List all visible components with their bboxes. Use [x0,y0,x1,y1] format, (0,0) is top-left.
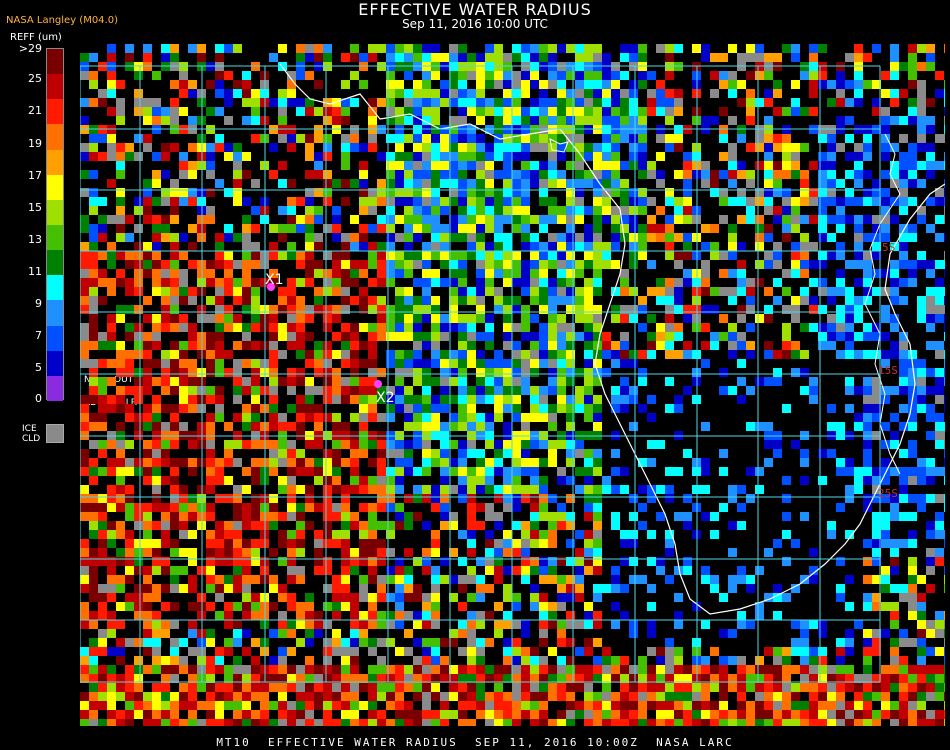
colorbar-tick-label: 7 [35,329,42,342]
colorbar-tick-label: 9 [35,297,42,310]
location-marker-label: X2 [376,390,395,406]
cloud-effective-radius-map: 5S 15S 25S X1 X2 [80,44,945,726]
grid-lat-label: 25S [878,487,898,500]
colorbar-tick-label: >29 [18,42,42,55]
colorbar-tick-label: 21 [28,104,42,117]
colorbar-tick-label: 17 [28,169,42,182]
colorbar-tick-label: 25 [28,72,42,85]
colorbar-segment [47,149,63,175]
ice-cloud-swatch [46,424,64,443]
grid-lat-label: 15S [878,364,898,377]
colorbar-segment [47,49,63,75]
colorbar-tick-label: 13 [28,233,42,246]
location-marker-dot [374,380,382,388]
colorbar-segment [47,224,63,251]
colorbar [46,48,64,401]
colorbar-tick-label: 19 [28,137,42,150]
legend-cld-label: CLD [22,434,41,444]
satellite-image-panel: EFFECTIVE WATER RADIUS Sep 11, 2016 10:0… [0,0,950,750]
colorbar-segment [47,350,63,376]
grid-lat-label: 5S [882,241,895,254]
colorbar-segment [47,199,63,225]
colorbar-segment [47,375,63,401]
colorbar-tick-label: 11 [28,265,42,278]
image-timestamp: Sep 11, 2016 10:00 UTC [402,17,548,31]
colorbar-tick-label: 0 [35,392,42,405]
product-source-label: NASA Langley (M04.0) [6,15,118,26]
colorbar-tick-label: 5 [35,361,42,374]
colorbar-segment [47,174,63,200]
colorbar-tick-label: 15 [28,201,42,214]
location-marker-label: X1 [265,272,284,288]
colorbar-segment [47,250,63,276]
colorbar-segment [47,275,63,301]
colorbar-segment [47,300,63,326]
colorbar-segment [47,124,63,150]
image-footer: MT10 EFFECTIVE WATER RADIUS SEP 11, 2016… [216,736,734,749]
colorbar-segment [47,325,63,351]
legend-ice-label: ICE [22,424,37,434]
colorbar-segment [47,74,63,100]
colorbar-segment [47,99,63,125]
